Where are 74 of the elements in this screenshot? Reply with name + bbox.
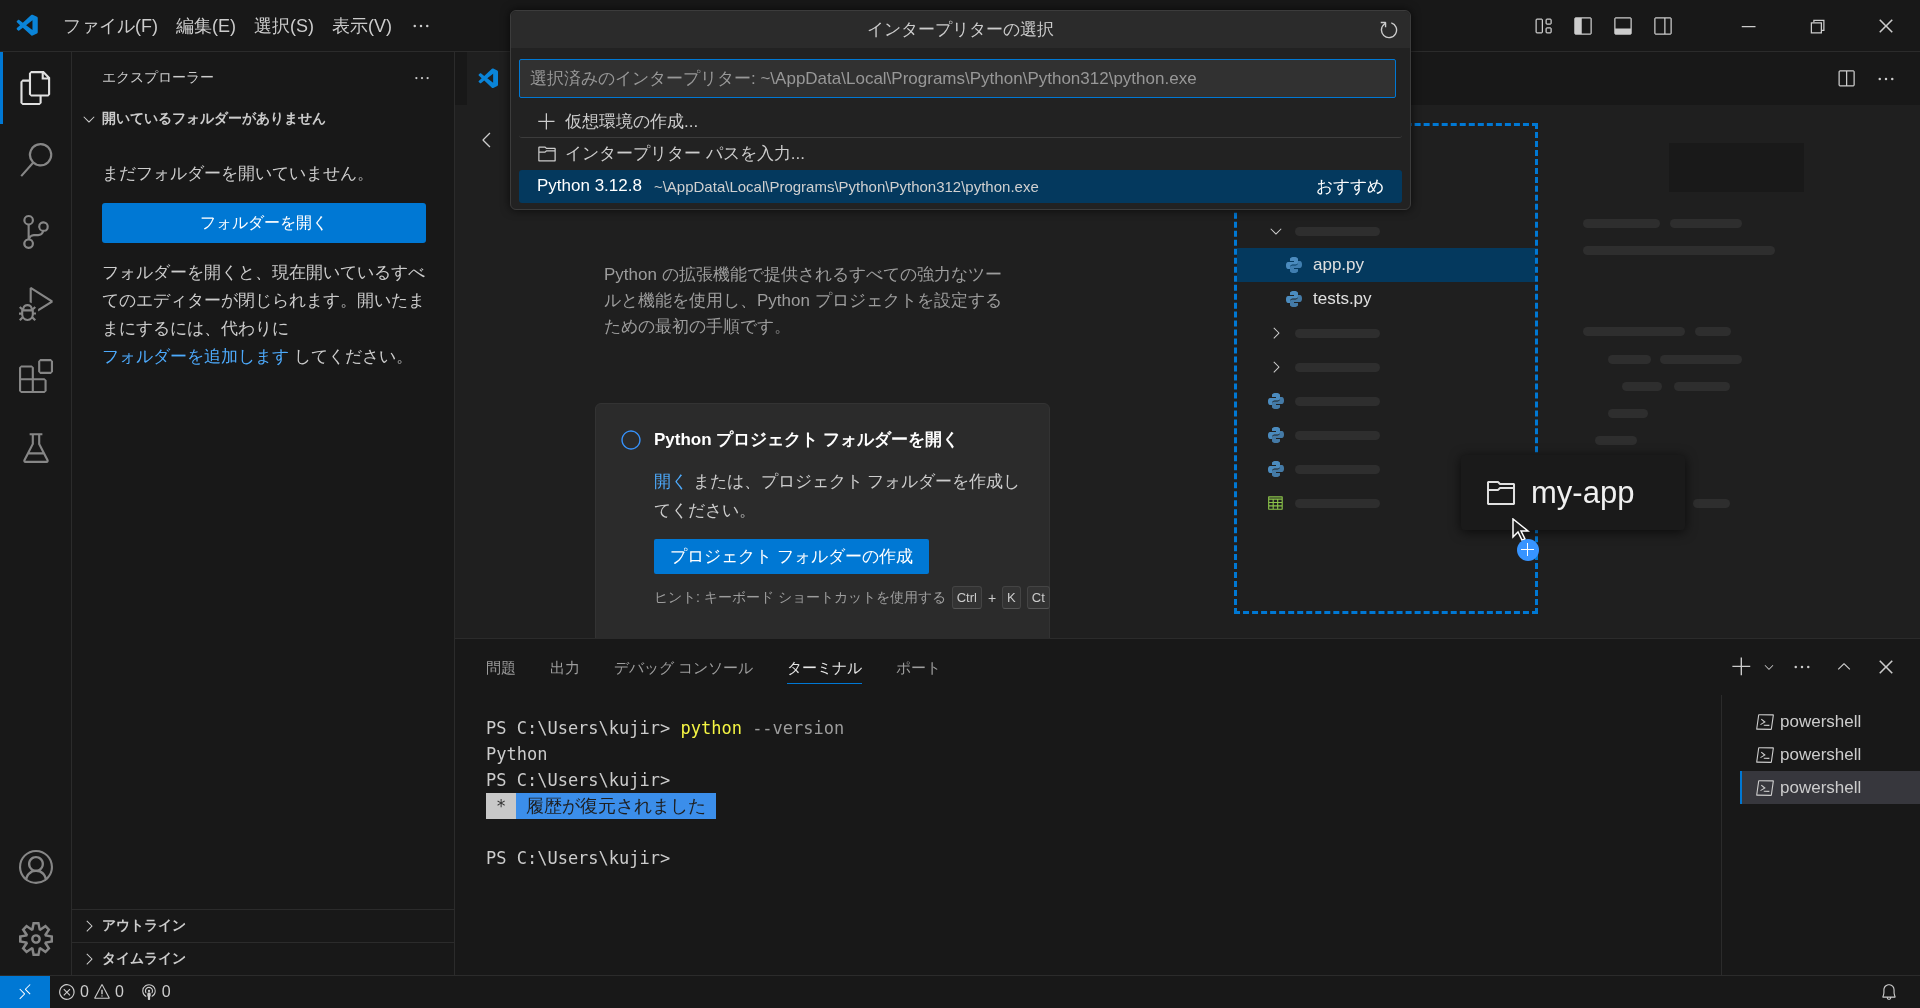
terminal-text: --version xyxy=(751,717,845,740)
step-title: Python プロジェクト フォルダーを開く xyxy=(654,429,960,451)
terminal-icon xyxy=(1756,745,1774,764)
python-file-icon xyxy=(1285,290,1303,308)
panel-tab[interactable]: ポート xyxy=(896,650,942,684)
section-title[interactable]: 開いているフォルダーがありません xyxy=(102,110,326,128)
restore-notice: 履歴が復元されました xyxy=(516,793,717,819)
recommended-label: おすすめ xyxy=(1316,175,1384,198)
table-file-icon xyxy=(1267,494,1285,512)
picker-item[interactable]: Python 3.12.8 ~\AppData\Local\Programs\Python\Python312\python.exe おすすめ xyxy=(519,170,1402,203)
terminal-text: PS C:\Users\kujir> xyxy=(486,769,671,792)
file-name: tests.py xyxy=(1313,289,1372,309)
editor-tab[interactable] xyxy=(467,52,511,105)
picker-item[interactable]: インタープリター パスを入力... xyxy=(519,138,1402,170)
terminal-text: PS C:\Users\kujir> xyxy=(486,717,672,740)
folder-note-text: フォルダーを開くと、現在開いているすべてのエディターが閉じられます。開いたままにするには、代わりに フォルダーを追加します してください。 xyxy=(102,262,426,368)
open-link[interactable]: 開く xyxy=(654,472,688,491)
python-file-icon xyxy=(1285,256,1303,274)
python-file-icon xyxy=(1267,392,1285,410)
item-label: Python 3.12.8 xyxy=(537,176,642,196)
terminal-list-item[interactable]: powershell xyxy=(1740,738,1920,771)
file-name: app.py xyxy=(1313,255,1365,275)
panel-tab[interactable]: 出力 xyxy=(550,650,580,684)
key-label: Ct xyxy=(1026,586,1050,609)
error-icon[interactable] xyxy=(58,983,76,1001)
folder-name: my-app xyxy=(1531,474,1635,511)
error-count[interactable]: 0 xyxy=(80,983,89,1001)
python-file-icon xyxy=(1267,460,1285,478)
panel-tab[interactable]: デバッグ コンソール xyxy=(614,650,754,684)
terminal-text: python xyxy=(680,717,742,740)
menu-item[interactable]: 表示(V) xyxy=(323,13,401,38)
step-text: 開く または、プロジェクト フォルダーを作成してください。 xyxy=(654,471,1022,522)
terminal-list-item[interactable]: powershell xyxy=(1740,705,1920,738)
section-title[interactable]: アウトライン xyxy=(102,917,186,935)
menu-item[interactable]: 選択(S) xyxy=(245,13,323,38)
menu-item[interactable]: 編集(E) xyxy=(167,13,245,38)
python-file-icon xyxy=(1267,426,1285,444)
terminal-icon xyxy=(1756,712,1774,731)
port-count[interactable]: 0 xyxy=(161,983,171,1001)
selected-file-row[interactable]: app.py xyxy=(1237,248,1535,282)
no-folder-message: まだフォルダーを開いていません。 xyxy=(102,163,375,185)
item-label: 仮想環境の作成... xyxy=(565,111,699,133)
create-folder-button[interactable]: プロジェクト フォルダーの作成 xyxy=(654,539,929,574)
broadcast-icon[interactable] xyxy=(139,983,158,1001)
warning-count[interactable]: 0 xyxy=(114,983,124,1001)
app-logo-icon xyxy=(477,66,501,91)
bell-icon[interactable] xyxy=(1880,983,1898,1001)
picker-title: インタープリターの選択 xyxy=(867,19,1054,41)
picker-item[interactable]: 仮想環境の作成... xyxy=(519,106,1402,138)
section-title[interactable]: タイムライン xyxy=(102,950,186,968)
panel-tab[interactable]: 問題 xyxy=(486,650,516,684)
menu-item[interactable]: ファイル(F) xyxy=(54,13,167,38)
refresh-icon[interactable] xyxy=(1378,19,1400,41)
item-path: ~\AppData\Local\Programs\Python\Python312\python.exe xyxy=(653,177,1040,195)
plus-icon xyxy=(1517,539,1539,561)
item-label: インタープリター パスを入力... xyxy=(565,143,805,165)
interpreter-input-field[interactable]: 選択済みのインタープリター: ~\AppData\Local\Programs\Python\Python312\python.exe xyxy=(519,59,1396,98)
hint-text: ヒント: キーボード ショートカットを使用する xyxy=(654,588,946,607)
open-folder-button[interactable]: フォルダーを開く xyxy=(102,203,426,243)
add-folder-link[interactable]: フォルダーを追加します xyxy=(102,347,289,366)
description-text: Python の拡張機能で提供されるすべての強力なツールと機能を使用し、Python プロジェクトを設定するための最初の手順です。 xyxy=(604,264,1003,338)
terminal-text: Python xyxy=(486,743,548,766)
terminal-icon xyxy=(1756,778,1774,797)
plus-text: + xyxy=(987,589,997,606)
restore-mark: * xyxy=(486,793,517,819)
panel-tab[interactable]: ターミナル xyxy=(787,650,863,684)
terminal-list-item[interactable]: powershell xyxy=(1740,771,1920,804)
key-label: Ctrl xyxy=(951,586,982,609)
key-label: K xyxy=(1002,586,1021,609)
remote-icon[interactable] xyxy=(0,975,50,1008)
plus-icon xyxy=(537,111,557,132)
terminal-text: PS C:\Users\kujir> xyxy=(486,847,671,870)
sidebar-title: エクスプローラー xyxy=(102,69,214,87)
warning-icon[interactable] xyxy=(92,983,111,1001)
